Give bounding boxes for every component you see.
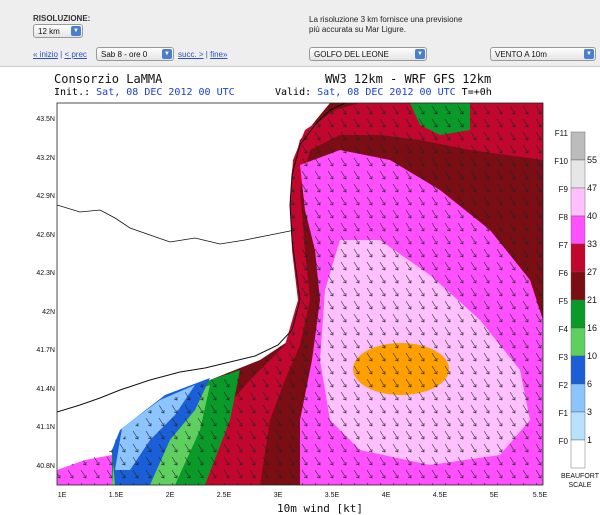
lat-axis: 43.5N 43.2N 42.9N 42.6N 42.3N 42N 41.7N … bbox=[36, 116, 55, 470]
legend-knots-label: 21 bbox=[587, 295, 597, 305]
legend-swatch bbox=[570, 159, 586, 189]
lon-tick: 5.5E bbox=[533, 492, 548, 499]
legend-beaufort-label: F2 bbox=[559, 381, 569, 390]
legend-knots-label: 3 bbox=[587, 407, 592, 417]
lon-tick: 4.5E bbox=[433, 492, 448, 499]
legend-swatch bbox=[570, 383, 586, 413]
legend-beaufort-label: F5 bbox=[559, 297, 569, 306]
legend-knots-label: 40 bbox=[587, 211, 597, 221]
legend-beaufort-label: F4 bbox=[559, 325, 569, 334]
lon-tick: 2E bbox=[166, 492, 175, 499]
legend-caption-beaufort: BEAUFORT bbox=[561, 473, 600, 480]
legend-swatch bbox=[570, 243, 586, 273]
lat-tick: 40.8N bbox=[36, 463, 55, 470]
legend-beaufort-label: F9 bbox=[559, 185, 569, 194]
lat-tick: 41.1N bbox=[36, 424, 55, 431]
legend-beaufort-label: F8 bbox=[559, 213, 569, 222]
legend-beaufort-label: F11 bbox=[555, 129, 569, 138]
legend-knots-label: 1 bbox=[587, 435, 592, 445]
lat-tick: 42N bbox=[42, 309, 55, 316]
legend-beaufort-label: F0 bbox=[559, 437, 569, 446]
legend-swatch bbox=[570, 355, 586, 385]
legend-swatch bbox=[570, 187, 586, 217]
legend-beaufort-label: F1 bbox=[559, 409, 569, 418]
lon-tick: 3E bbox=[274, 492, 283, 499]
legend-swatch bbox=[570, 439, 586, 469]
lon-tick: 4E bbox=[382, 492, 391, 499]
lat-tick: 41.7N bbox=[36, 347, 55, 354]
lon-tick: 1E bbox=[58, 492, 67, 499]
lon-axis: 1E 1.5E 2E 2.5E 3E 3.5E 4E 4.5E 5E 5.5E bbox=[58, 492, 548, 499]
legend-beaufort-label: F10 bbox=[554, 157, 568, 166]
lat-tick: 42.9N bbox=[36, 193, 55, 200]
map-plot bbox=[57, 103, 543, 485]
legend-knots-label: 6 bbox=[587, 379, 592, 389]
legend-beaufort-label: F3 bbox=[559, 353, 569, 362]
legend-beaufort-label: F7 bbox=[559, 241, 569, 250]
legend-beaufort-label: F6 bbox=[559, 269, 569, 278]
lat-tick: 41.4N bbox=[36, 386, 55, 393]
legend-swatch bbox=[570, 411, 586, 441]
lat-tick: 42.3N bbox=[36, 270, 55, 277]
wind-map-figure: 43.5N 43.2N 42.9N 42.6N 42.3N 42N 41.7N … bbox=[36, 102, 600, 515]
legend-swatch bbox=[570, 327, 586, 357]
lat-tick: 43.2N bbox=[36, 155, 55, 162]
legend-knots-label: 33 bbox=[587, 239, 597, 249]
legend-knots-label: 55 bbox=[587, 155, 597, 165]
x-axis-label: 10m wind [kt] bbox=[277, 502, 363, 515]
legend-knots-label: 16 bbox=[587, 323, 597, 333]
legend-swatch bbox=[570, 131, 586, 161]
legend-swatch bbox=[570, 215, 586, 245]
legend-swatch bbox=[570, 271, 586, 301]
legend-knots-label: 47 bbox=[587, 183, 597, 193]
lon-tick: 5E bbox=[490, 492, 499, 499]
lon-tick: 2.5E bbox=[217, 492, 232, 499]
legend-swatch bbox=[570, 299, 586, 329]
beaufort-legend: F11F10F9F8F7F6F5F4F3F2F1F055474033272116… bbox=[554, 129, 597, 469]
legend-knots-label: 27 bbox=[587, 267, 597, 277]
lon-tick: 3.5E bbox=[325, 492, 340, 499]
lat-tick: 43.5N bbox=[36, 116, 55, 123]
lat-tick: 42.6N bbox=[36, 232, 55, 239]
legend-caption-scale: SCALE bbox=[569, 482, 592, 489]
lon-tick: 1.5E bbox=[109, 492, 124, 499]
legend-knots-label: 10 bbox=[587, 351, 597, 361]
